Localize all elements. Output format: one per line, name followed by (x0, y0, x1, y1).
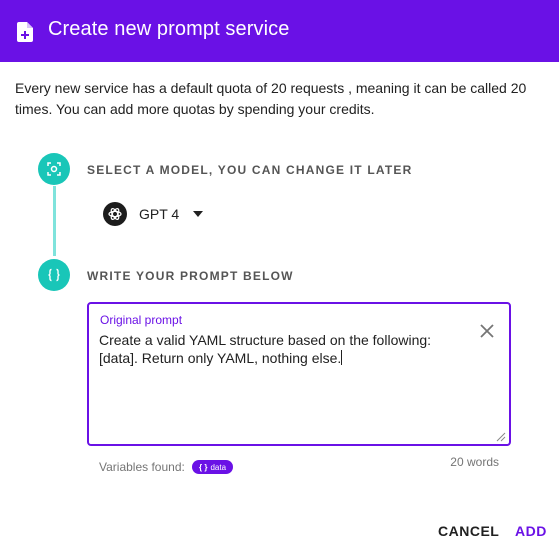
variables-found-label: Variables found: (99, 460, 185, 474)
curly-braces-icon (38, 259, 70, 291)
word-count: 20 words (450, 455, 499, 469)
step-prompt-title: WRITE YOUR PROMPT BELOW (87, 269, 294, 283)
prompt-textarea[interactable]: Original prompt Create a valid YAML stru… (87, 302, 511, 446)
step-model-title: SELECT A MODEL, YOU CAN CHANGE IT LATER (87, 163, 413, 177)
ai-chip-icon (38, 153, 70, 185)
resize-handle-icon[interactable] (496, 432, 506, 442)
variable-chip[interactable]: { } data (192, 460, 234, 474)
dialog-header: Create new prompt service (0, 0, 559, 62)
prompt-text-value[interactable]: Create a valid YAML structure based on t… (99, 331, 459, 367)
openai-logo-icon (103, 202, 127, 226)
new-document-icon (17, 22, 33, 42)
model-select[interactable]: GPT 4 (103, 201, 204, 227)
variable-chip-label: data (210, 462, 227, 472)
cancel-button[interactable]: CANCEL (438, 523, 499, 539)
quota-description: Every new service has a default quota of… (15, 80, 527, 117)
curly-braces-icon: { } (199, 462, 208, 472)
prompt-field-label: Original prompt (100, 313, 183, 327)
step-connector (53, 186, 56, 256)
close-icon[interactable] (479, 323, 495, 339)
add-button[interactable]: ADD (515, 523, 547, 539)
dropdown-arrow-icon (193, 211, 204, 217)
selected-model-label: GPT 4 (139, 206, 180, 222)
dialog-title: Create new prompt service (48, 18, 290, 40)
